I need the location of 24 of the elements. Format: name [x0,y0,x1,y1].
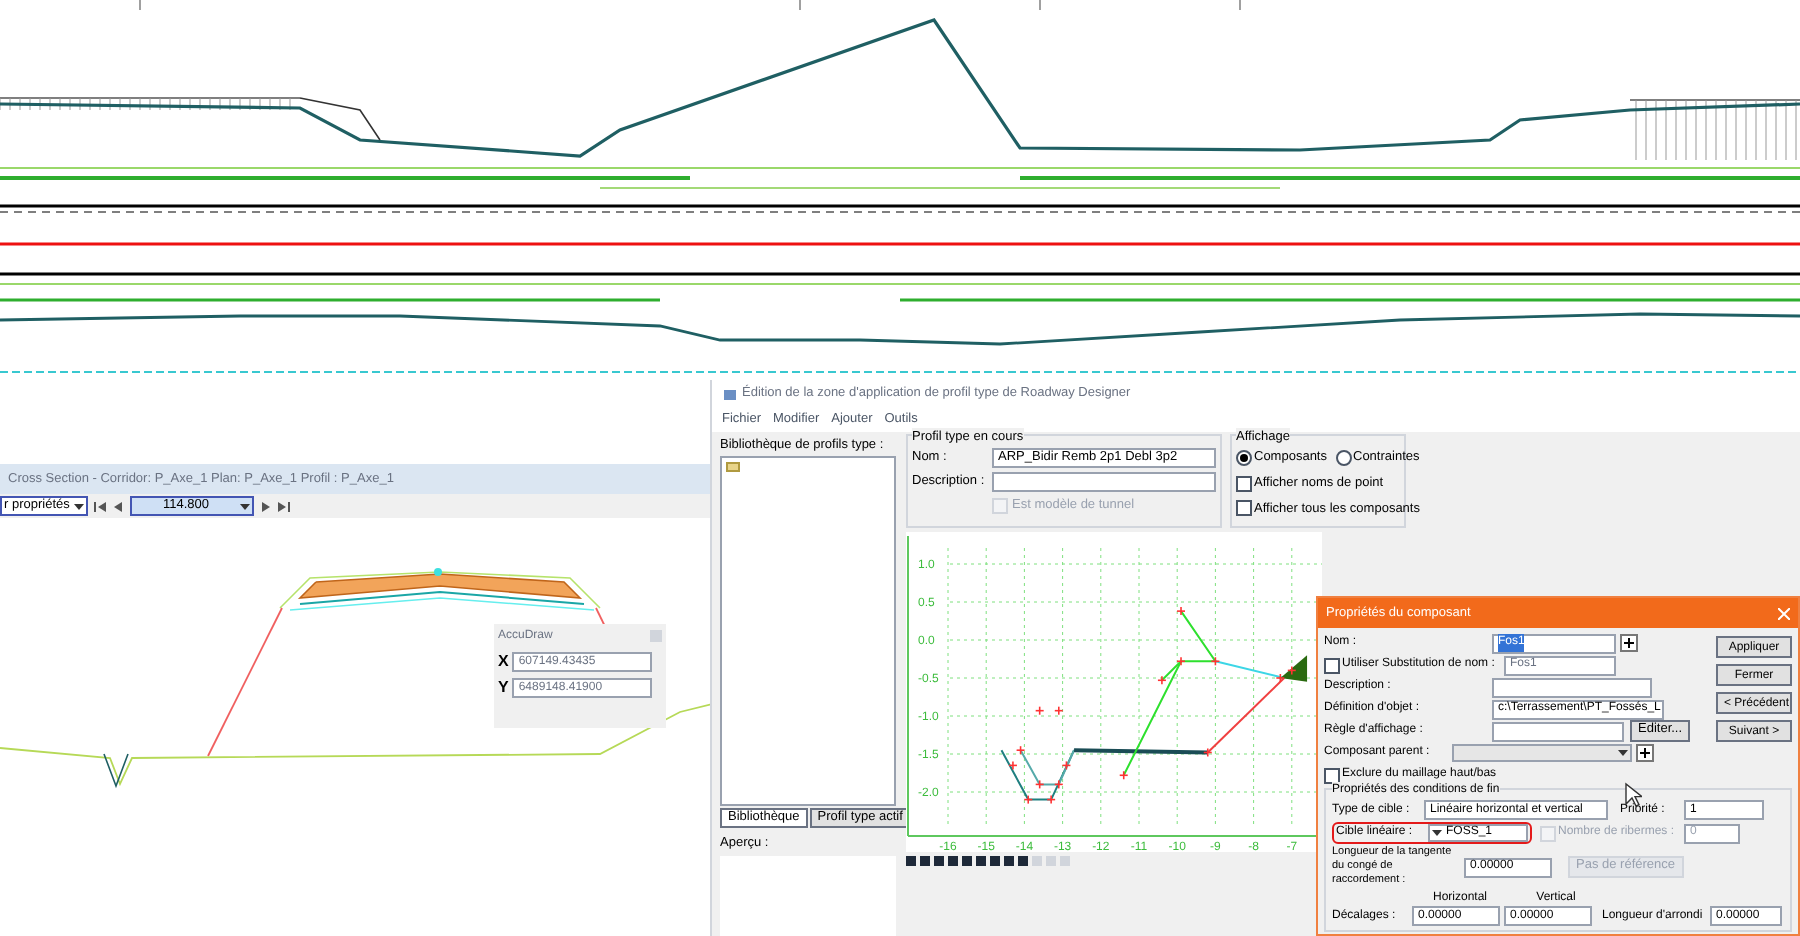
library-list[interactable] [720,455,896,807]
input-field[interactable] [1492,721,1624,741]
next-icon[interactable] [260,501,272,511]
input-field[interactable] [1492,677,1652,697]
checkbox[interactable] [1236,500,1252,517]
caret-icon [1432,830,1442,836]
previous-icon[interactable] [112,501,124,511]
pick-icon[interactable] [1620,634,1638,652]
axis-label: X [498,650,509,674]
checkbox[interactable] [1236,475,1252,492]
app-icon [724,389,736,399]
caret-icon [240,503,250,509]
folder-icon[interactable] [726,461,740,472]
checkbox[interactable] [1324,657,1340,673]
caret-icon [1618,750,1628,756]
radio-button[interactable] [1236,449,1252,466]
first-icon[interactable] [94,501,106,511]
last-icon[interactable] [278,501,290,511]
radio-button[interactable] [1335,449,1351,466]
checkbox[interactable] [1324,767,1340,783]
input-field[interactable] [992,472,1216,492]
caret-icon [74,503,84,509]
pick-icon[interactable] [1636,744,1654,762]
axis-label: Y [498,676,509,700]
